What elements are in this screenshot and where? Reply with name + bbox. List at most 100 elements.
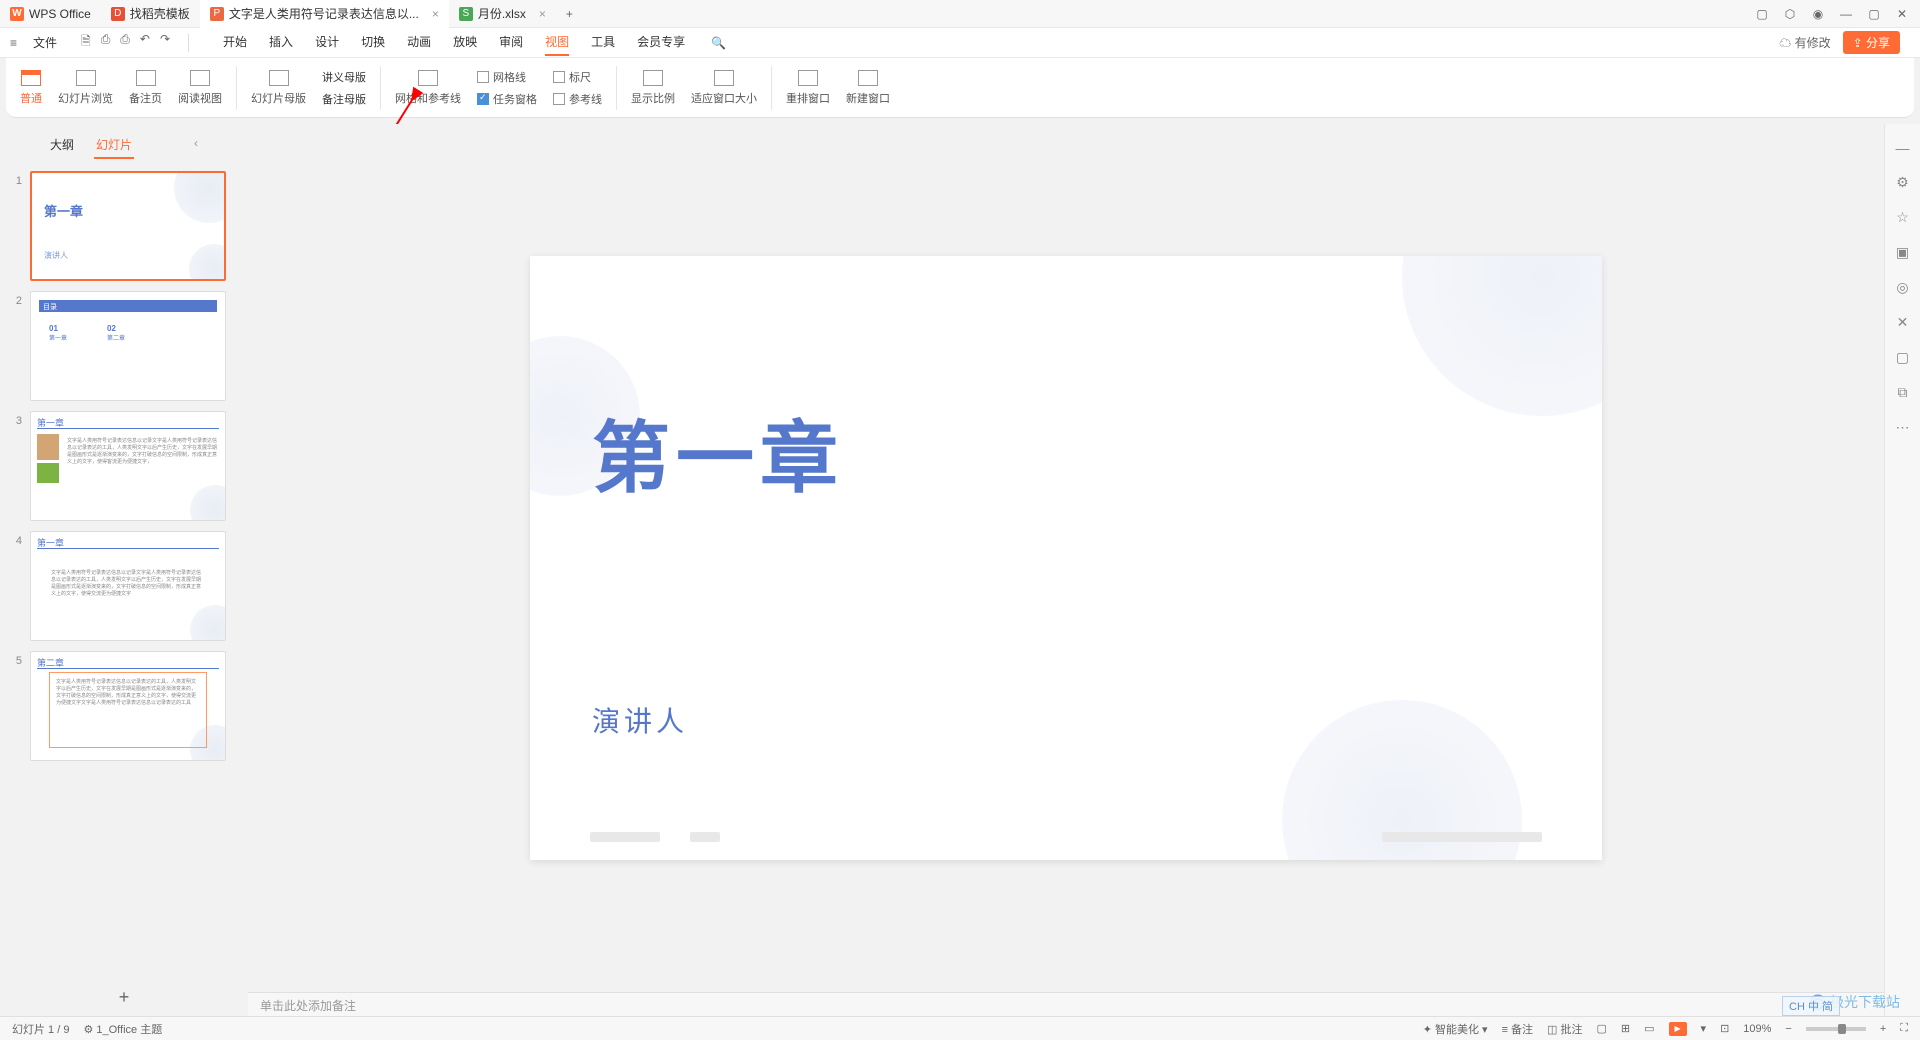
minimize-button[interactable]: —: [1838, 7, 1854, 21]
checkbox-guides[interactable]: 参考线: [553, 91, 602, 107]
ppt-icon: P: [210, 7, 224, 21]
tab-start[interactable]: 开始: [223, 29, 247, 56]
view-sorter-btn[interactable]: ⊞: [1621, 1022, 1630, 1035]
tab-label: 文字是人类用符号记录表达信息以...: [229, 5, 419, 22]
file-menu[interactable]: 文件: [33, 34, 57, 51]
sheet-icon: S: [459, 7, 473, 21]
checkbox-ruler[interactable]: 标尺: [553, 69, 602, 85]
print-preview-icon[interactable]: ⎙: [120, 32, 130, 53]
hamburger-icon[interactable]: ≡: [10, 36, 17, 50]
tools-icon[interactable]: ✕: [1897, 314, 1909, 331]
grid-icon[interactable]: ▢: [1754, 7, 1770, 21]
save-icon[interactable]: 🗎: [81, 32, 91, 53]
add-tab-button[interactable]: +: [556, 7, 583, 21]
print-icon[interactable]: ⎙: [101, 32, 111, 53]
view-normal-btn[interactable]: ▢: [1597, 1022, 1607, 1035]
new-window[interactable]: 新建窗口: [846, 70, 890, 106]
fit-icon[interactable]: ⊡: [1720, 1022, 1729, 1035]
share-button[interactable]: ⇪ 分享: [1843, 31, 1900, 54]
tab-label: 月份.xlsx: [478, 5, 526, 22]
redo-icon[interactable]: ↷: [160, 32, 170, 53]
fit-window[interactable]: 适应窗口大小: [691, 70, 757, 106]
tab-spreadsheet[interactable]: S 月份.xlsx ×: [449, 0, 556, 28]
thumbnail-5[interactable]: 第二章 文字是人类用符号记录表达信息以记录表达的工具，人类发明文字以后产生历史，…: [30, 651, 226, 761]
tab-label: 找稻壳模板: [130, 5, 190, 22]
tab-insert[interactable]: 插入: [269, 29, 293, 56]
globe-icon[interactable]: ◎: [1896, 279, 1908, 296]
view-normal[interactable]: 普通: [20, 70, 42, 106]
docer-icon: D: [111, 7, 125, 21]
tab-templates[interactable]: D 找稻壳模板: [101, 0, 200, 28]
tab-animation[interactable]: 动画: [407, 29, 431, 56]
handout-master[interactable]: 讲义母版: [322, 69, 366, 85]
tab-slideshow[interactable]: 放映: [453, 29, 477, 56]
slide-counter: 幻灯片 1 / 9: [12, 1021, 69, 1037]
zoom-slider[interactable]: [1806, 1027, 1866, 1031]
slide-master[interactable]: 幻灯片母版: [251, 70, 306, 106]
zoom-ratio[interactable]: 显示比例: [631, 70, 675, 106]
notes-input[interactable]: 单击此处添加备注: [248, 992, 1884, 1016]
cube-icon[interactable]: ⬡: [1782, 7, 1798, 21]
comments-toggle[interactable]: ◫ 批注: [1547, 1021, 1582, 1037]
view-notes[interactable]: 备注页: [129, 70, 162, 106]
close-icon[interactable]: ×: [539, 7, 546, 21]
zoom-value[interactable]: 109%: [1743, 1023, 1771, 1035]
slide-subtitle[interactable]: 演讲人: [592, 700, 688, 740]
tab-transition[interactable]: 切换: [361, 29, 385, 56]
slideshow-button[interactable]: ▶: [1669, 1022, 1687, 1036]
outline-tab[interactable]: 大纲: [48, 132, 76, 159]
thumbnail-4[interactable]: 第一章 文字是人类用符号记录表达信息以记录文字是人类用符号记录表达信息以记录表达…: [30, 531, 226, 641]
slides-tab[interactable]: 幻灯片: [94, 132, 134, 159]
wps-icon: W: [10, 7, 24, 21]
link-icon[interactable]: ⧉: [1898, 384, 1908, 401]
close-button[interactable]: ✕: [1894, 7, 1910, 21]
menu-row: ≡ 文件 🗎 ⎙ ⎙ ↶ ↷ 开始 插入 设计 切换 动画 放映 审阅 视图 工…: [0, 28, 1920, 58]
ai-beautify[interactable]: ✦ 智能美化 ▾: [1423, 1021, 1488, 1037]
more-icon[interactable]: ⋯: [1896, 419, 1910, 436]
thumbnail-2[interactable]: 目录 01第一章 02第二章: [30, 291, 226, 401]
star-icon[interactable]: ☆: [1896, 209, 1909, 226]
minus-icon[interactable]: —: [1896, 140, 1910, 156]
tab-tools[interactable]: 工具: [591, 29, 615, 56]
zoom-in[interactable]: +: [1880, 1023, 1886, 1035]
ribbon-tabs: 开始 插入 设计 切换 动画 放映 审阅 视图 工具 会员专享: [223, 29, 685, 56]
maximize-button[interactable]: ▢: [1866, 7, 1882, 21]
fullscreen-icon[interactable]: ⛶: [1900, 1022, 1908, 1035]
right-toolbar: — ⚙ ☆ ▣ ◎ ✕ ▢ ⧉ ⋯: [1884, 124, 1920, 1016]
panel-icon[interactable]: ▢: [1896, 349, 1909, 366]
slide-panel: 大纲 幻灯片 ‹ 1 第一章 演讲人 2 目录 01第一章 02第二章 3: [0, 124, 248, 1016]
tab-view[interactable]: 视图: [545, 29, 569, 56]
tab-vip[interactable]: 会员专享: [637, 29, 685, 56]
arrange-windows[interactable]: 重排窗口: [786, 70, 830, 106]
ime-indicator: CH 中 简: [1782, 996, 1840, 1016]
checkbox-gridlines[interactable]: 网格线: [477, 69, 537, 85]
search-icon[interactable]: 🔍: [711, 36, 726, 50]
sync-status[interactable]: ☁ 有修改: [1779, 34, 1830, 51]
thumbnail-1[interactable]: 第一章 演讲人: [30, 171, 226, 281]
settings-icon[interactable]: ⚙: [1896, 174, 1909, 191]
tab-review[interactable]: 审阅: [499, 29, 523, 56]
tab-presentation[interactable]: P 文字是人类用符号记录表达信息以... ×: [200, 0, 449, 28]
theme-name: ⚙ 1_Office 主题: [83, 1021, 162, 1037]
view-sorter[interactable]: 幻灯片浏览: [58, 70, 113, 106]
layers-icon[interactable]: ▣: [1896, 244, 1909, 261]
tab-design[interactable]: 设计: [315, 29, 339, 56]
tab-wps-office[interactable]: W WPS Office: [0, 0, 101, 28]
dropdown-icon[interactable]: ▾: [1701, 1022, 1707, 1035]
zoom-out[interactable]: −: [1785, 1023, 1791, 1035]
window-controls: ▢ ⬡ ◉ — ▢ ✕: [1754, 7, 1920, 21]
avatar-icon[interactable]: ◉: [1810, 7, 1826, 21]
add-slide-button[interactable]: +: [0, 979, 248, 1016]
view-reading[interactable]: 阅读视图: [178, 70, 222, 106]
notes-toggle[interactable]: ≡ 备注: [1502, 1021, 1533, 1037]
undo-icon[interactable]: ↶: [140, 32, 150, 53]
canvas-area: 第一章 演讲人 单击此处添加备注: [248, 124, 1884, 1016]
title-bar: W WPS Office D 找稻壳模板 P 文字是人类用符号记录表达信息以..…: [0, 0, 1920, 28]
view-reading-btn[interactable]: ▭: [1644, 1022, 1654, 1035]
collapse-icon[interactable]: ‹: [192, 132, 200, 159]
notes-master[interactable]: 备注母版: [322, 91, 366, 107]
slide-canvas[interactable]: 第一章 演讲人: [530, 256, 1602, 860]
close-icon[interactable]: ×: [432, 7, 439, 21]
thumbnail-3[interactable]: 第一章 文字是人类用符号记录表达信息以记录文字是人类用符号记录表达信息以记录表达…: [30, 411, 226, 521]
slide-title[interactable]: 第一章: [592, 396, 844, 508]
